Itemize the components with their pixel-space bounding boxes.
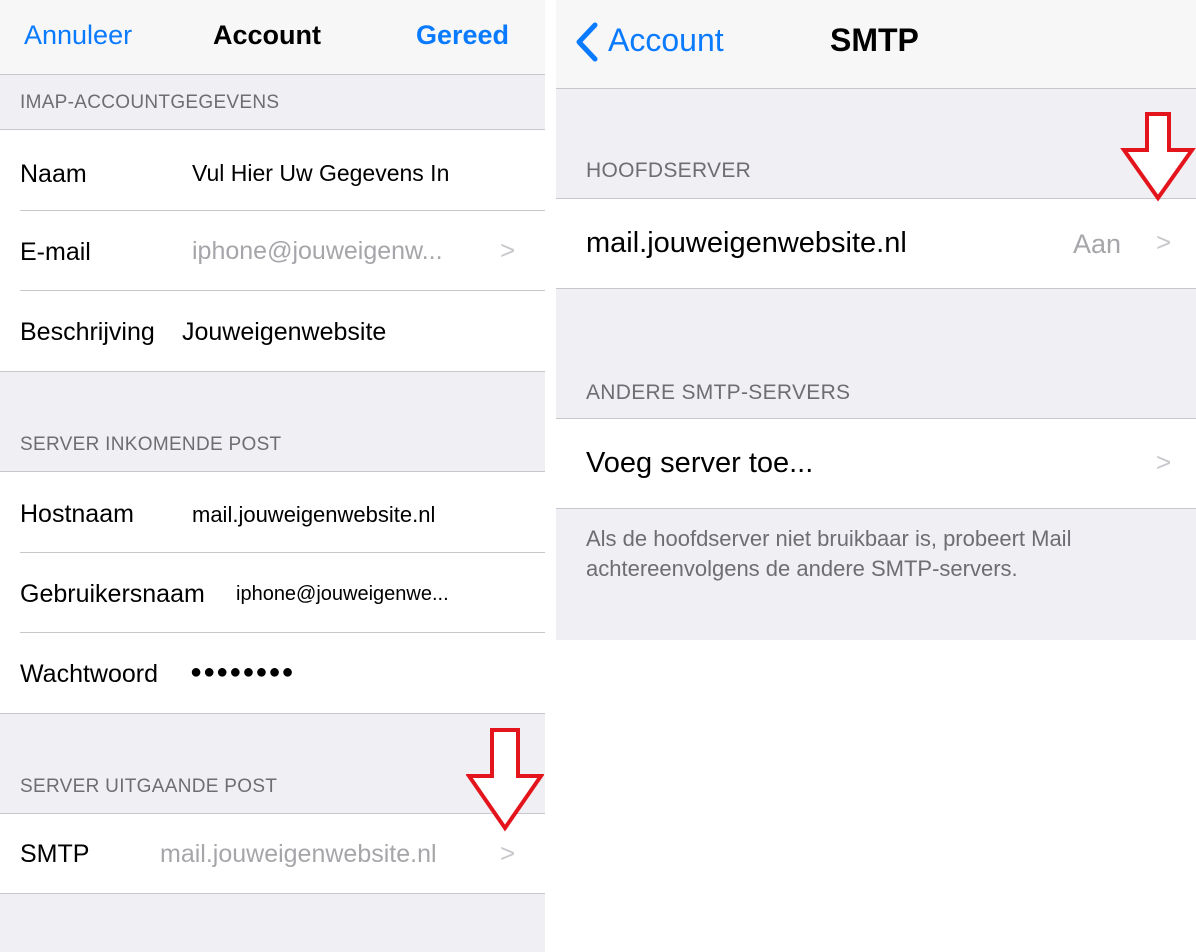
section-header-other: ANDERE SMTP-SERVERS xyxy=(586,381,851,404)
red-arrow-down-icon xyxy=(466,728,544,832)
description-label: Beschrijving xyxy=(20,318,155,346)
chevron-right-icon: > xyxy=(1156,447,1172,477)
chevron-left-icon xyxy=(576,22,598,62)
add-server-row[interactable]: Voeg server toe... > xyxy=(556,418,1196,509)
email-label: E-mail xyxy=(20,238,91,266)
navigation-bar: Account SMTP xyxy=(556,0,1196,89)
email-field[interactable]: iphone@jouweigenw... xyxy=(192,237,443,266)
username-label: Gebruikersnaam xyxy=(20,580,205,608)
cancel-button[interactable]: Annuleer xyxy=(24,20,132,51)
smtp-label: SMTP xyxy=(20,840,90,868)
add-server-label: Voeg server toe... xyxy=(586,447,814,479)
incoming-server-group: Hostnaam mail.jouweigenwebsite.nl Gebrui… xyxy=(0,471,545,714)
username-field[interactable]: iphone@jouweigenwe... xyxy=(236,583,449,606)
section-header-primary: HOOFDSERVER xyxy=(586,159,752,182)
name-label: Naam xyxy=(20,160,87,188)
red-arrow-down-icon xyxy=(1120,112,1196,202)
primary-server-status: Aan xyxy=(1073,229,1122,259)
chevron-right-icon: > xyxy=(500,838,516,868)
done-button[interactable]: Gereed xyxy=(416,20,509,51)
password-field[interactable]: ●●●●●●●● xyxy=(190,661,295,684)
row-divider xyxy=(20,210,545,211)
hostname-field[interactable]: mail.jouweigenwebsite.nl xyxy=(192,502,435,528)
description-field[interactable]: Jouweigenwebsite xyxy=(182,318,386,347)
chevron-right-icon: > xyxy=(1156,227,1172,257)
hostname-label: Hostnaam xyxy=(20,500,134,528)
row-divider xyxy=(20,552,545,553)
row-divider xyxy=(20,290,545,291)
imap-account-group: Naam Vul Hier Uw Gegevens In E-mail ipho… xyxy=(0,129,545,372)
chevron-right-icon: > xyxy=(500,235,516,265)
section-header-incoming: SERVER INKOMENDE POST xyxy=(20,434,282,455)
page-title: SMTP xyxy=(830,22,919,58)
account-settings-screen: Annuleer Account Gereed IMAP-ACCOUNTGEGE… xyxy=(0,0,545,952)
section-header-outgoing: SERVER UITGAANDE POST xyxy=(20,776,278,797)
password-label: Wachtwoord xyxy=(20,660,159,688)
page-title: Account xyxy=(213,20,321,50)
name-field[interactable]: Vul Hier Uw Gegevens In xyxy=(192,160,449,187)
back-button-label: Account xyxy=(608,22,724,58)
section-header-imap: IMAP-ACCOUNTGEGEVENS xyxy=(20,92,280,113)
primary-server-label: mail.jouweigenwebsite.nl xyxy=(586,227,907,259)
smtp-settings-screen: Account SMTP HOOFDSERVER mail.jouweigenw… xyxy=(556,0,1196,640)
primary-server-row[interactable]: mail.jouweigenwebsite.nl Aan > xyxy=(556,198,1196,289)
smtp-server-value: mail.jouweigenwebsite.nl xyxy=(160,840,437,868)
navigation-bar: Annuleer Account Gereed xyxy=(0,0,545,75)
back-button[interactable]: Account xyxy=(568,22,748,66)
footer-note: Als de hoofdserver niet bruikbaar is, pr… xyxy=(586,526,1072,581)
row-divider xyxy=(20,632,545,633)
smtp-row[interactable]: SMTP mail.jouweigenwebsite.nl > xyxy=(0,813,545,894)
